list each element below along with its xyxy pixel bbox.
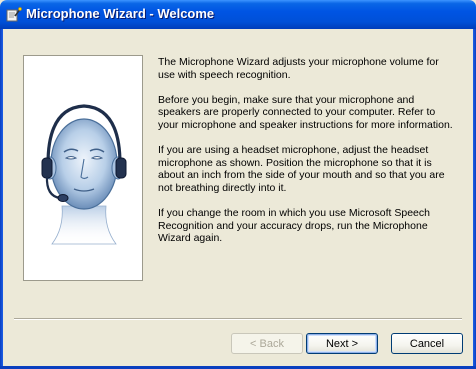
headset-illustration-panel: [23, 55, 143, 281]
headset-head-illustration: [41, 104, 127, 245]
welcome-text: The Microphone Wizard adjusts your micro…: [158, 56, 454, 258]
cancel-button[interactable]: Cancel: [391, 333, 463, 354]
microphone-wizard-dialog: Microphone Wizard - Welcome The Micropho…: [0, 0, 476, 369]
button-separator: [14, 318, 462, 320]
next-button[interactable]: Next >: [306, 333, 378, 354]
title-bar[interactable]: Microphone Wizard - Welcome: [0, 0, 476, 29]
window-title: Microphone Wizard - Welcome: [26, 6, 215, 21]
back-button[interactable]: < Back: [231, 333, 303, 354]
setup-paragraph: Before you begin, make sure that your mi…: [158, 93, 453, 131]
wizard-wand-icon: [6, 7, 22, 22]
headset-paragraph: If you are using a headset microphone, a…: [158, 144, 445, 194]
intro-paragraph: The Microphone Wizard adjusts your micro…: [158, 56, 439, 81]
window-frame-left: [0, 29, 3, 369]
room-change-paragraph: If you change the room in which you use …: [158, 207, 430, 245]
